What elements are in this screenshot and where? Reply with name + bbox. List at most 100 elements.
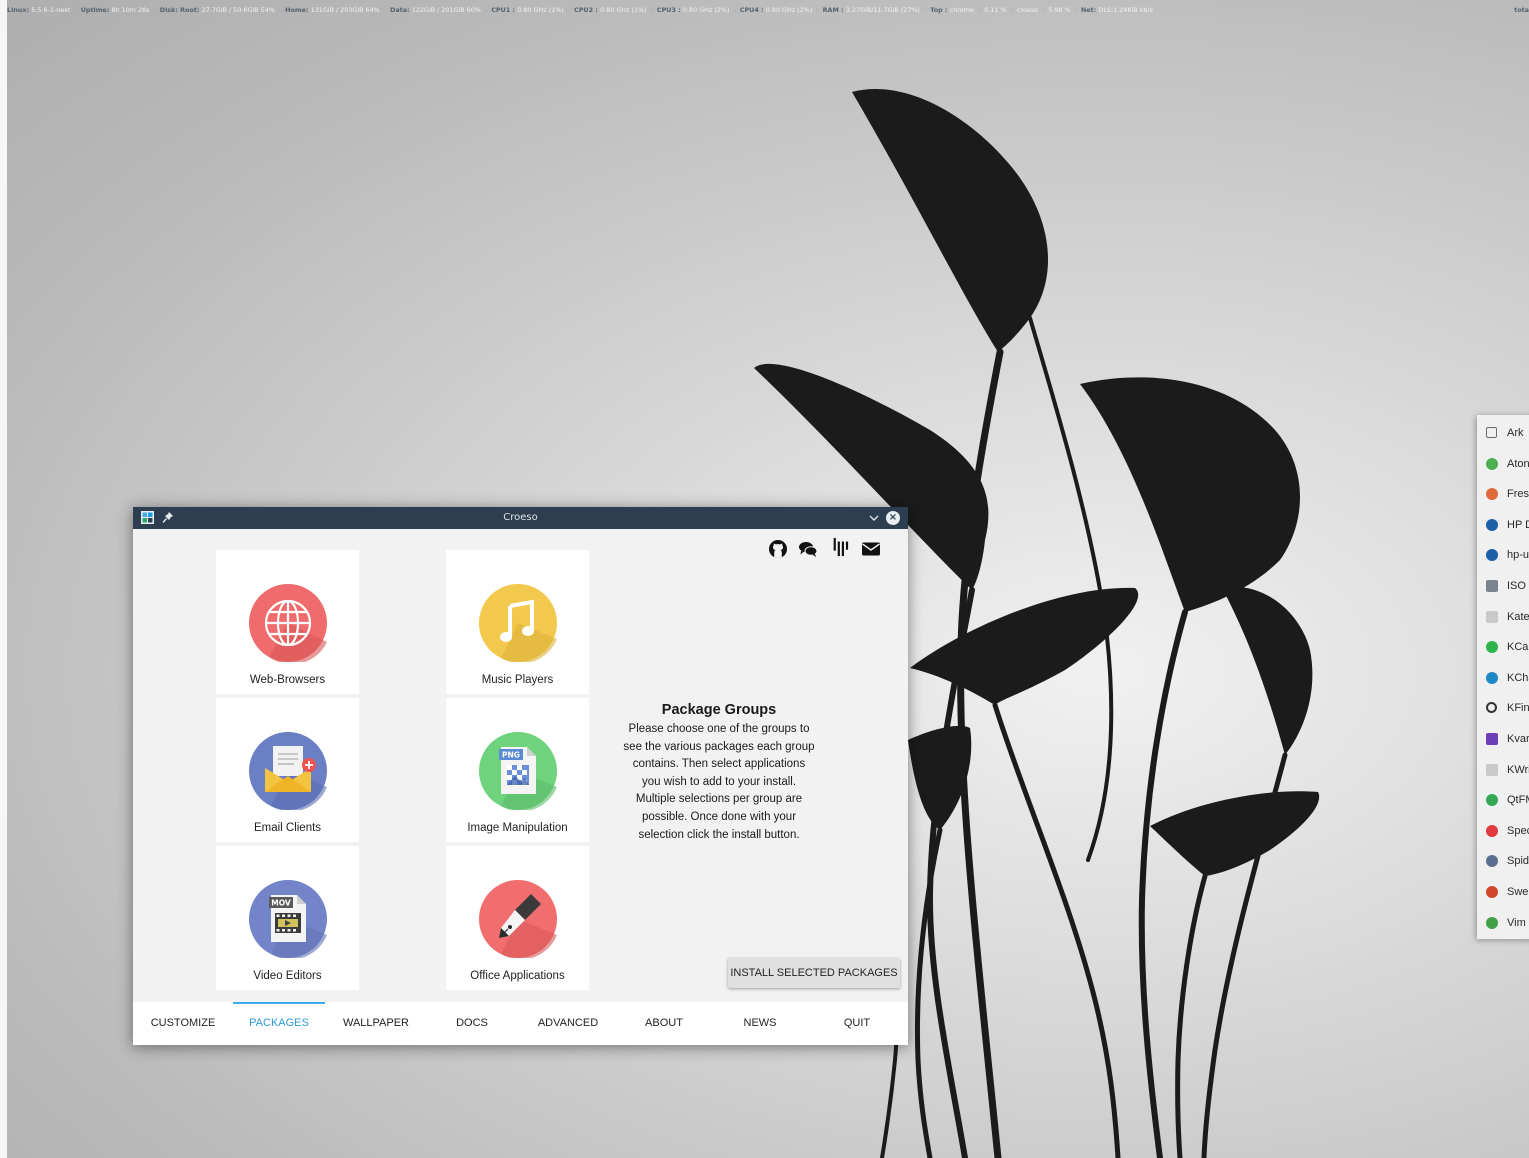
tab-docs[interactable]: DOCS — [424, 1002, 520, 1045]
window-titlebar[interactable]: Croeso × — [133, 507, 908, 529]
menu-item-label: HP D — [1507, 518, 1529, 531]
menu-item-label: Fres — [1507, 488, 1529, 501]
github-icon[interactable] — [768, 539, 788, 559]
gitter-icon[interactable] — [830, 537, 850, 557]
menu-item-kfin[interactable]: KFin — [1477, 693, 1529, 723]
window-title: Croeso — [503, 512, 538, 523]
menu-item-spid[interactable]: Spid — [1477, 846, 1529, 876]
install-selected-packages-button[interactable]: INSTALL SELECTED PACKAGES — [728, 958, 900, 988]
menu-item-kate[interactable]: Kate — [1477, 602, 1529, 632]
conky-value: 3.27GiB/11.7GiB (27%) — [845, 6, 920, 14]
info-line: Please choose one of the groups to — [628, 723, 810, 735]
info-line: Multiple selections per group are — [635, 793, 803, 806]
hp-icon — [1486, 549, 1498, 562]
tab-advanced[interactable]: ADVANCED — [520, 1002, 616, 1045]
menu-item-label: Spid — [1507, 855, 1529, 868]
menu-item-iso-v[interactable]: ISO V — [1477, 571, 1529, 601]
conky-separator: :: — [976, 6, 982, 14]
tile-web-browsers[interactable]: Web-Browsers — [216, 550, 359, 694]
atom-icon — [1486, 457, 1498, 470]
conky-key: Top : — [930, 6, 950, 14]
conky-value: 0.80 GHz (1%) — [517, 6, 564, 14]
png-image-icon: PNG — [479, 732, 557, 810]
iso-writer-icon — [1486, 580, 1498, 592]
chat-icon[interactable] — [798, 539, 818, 559]
menu-item-label: KFin — [1507, 702, 1529, 715]
package-groups-info: Package Groups Please choose one of the … — [609, 702, 829, 844]
info-line: contains. Then select applications — [632, 758, 806, 771]
conky-value: 122GiB / 201GiB 60% — [411, 6, 481, 14]
croeso-window: Croeso × Web-Browsers Music Players Emai… — [133, 507, 908, 1045]
fountain-pen-icon — [479, 880, 557, 958]
tab-about[interactable]: ABOUT — [616, 1002, 712, 1045]
menu-item-aton[interactable]: Aton — [1477, 449, 1529, 479]
conky-value: 0.80 GHz (2%) — [765, 6, 813, 14]
menu-item-ark[interactable]: Ark — [1477, 418, 1529, 448]
application-menu: Ark Aton Fres HP D hp-u ISO V Kate KCal KCha KFin… — [1477, 415, 1529, 939]
menu-item-label: Kate — [1507, 610, 1529, 623]
envelope-icon — [249, 732, 327, 810]
menu-item-fres[interactable]: Fres — [1477, 479, 1529, 509]
conky-status-bar: Linux: 5.5.6-1-next:: Uptime: 8h 10m 28s:… — [7, 0, 1529, 20]
menu-item-kvar[interactable]: Kvar — [1477, 724, 1529, 754]
menu-item-label: QtFM — [1507, 794, 1529, 807]
conky-value: 0.80 GHz (1%) — [600, 6, 647, 14]
info-body: Please choose one of the groups to see t… — [609, 721, 829, 844]
mail-icon[interactable] — [861, 539, 881, 559]
hp-icon — [1486, 518, 1498, 531]
tile-video-editors[interactable]: MOV Video Editors — [216, 846, 359, 990]
spyder-icon — [1486, 855, 1498, 868]
tab-packages[interactable]: PACKAGES — [231, 1002, 327, 1045]
tab-wallpaper[interactable]: WALLPAPER — [328, 1002, 424, 1045]
conky-key: RAM : — [822, 6, 846, 14]
menu-item-label: Spec — [1507, 824, 1529, 837]
conky-separator: :: — [152, 6, 157, 14]
freshmaker-icon — [1486, 488, 1498, 501]
menu-item-swe[interactable]: Swe — [1477, 877, 1529, 907]
conky-separator: :: — [382, 6, 388, 14]
tile-label: Web-Browsers — [249, 674, 326, 686]
mov-video-icon: MOV — [249, 880, 327, 958]
menu-item-label: Aton — [1507, 457, 1529, 470]
tile-label: Music Players — [481, 674, 554, 686]
conky-separator: :: — [815, 6, 820, 14]
menu-item-hp-d[interactable]: HP D — [1477, 510, 1529, 540]
menu-item-label: hp-u — [1507, 549, 1529, 562]
conky-separator: :: — [1040, 6, 1046, 14]
tab-customize[interactable]: CUSTOMIZE — [135, 1002, 231, 1045]
menu-item-label: Ark — [1507, 427, 1524, 439]
close-button[interactable]: × — [886, 511, 900, 525]
menu-item-kcal[interactable]: KCal — [1477, 632, 1529, 662]
conky-value: croeso — [1016, 6, 1038, 14]
bottom-tab-bar: CUSTOMIZE PACKAGES WALLPAPER DOCS ADVANC… — [133, 1002, 908, 1045]
info-line: see the various packages each group — [623, 740, 815, 753]
close-icon: × — [888, 512, 898, 523]
menu-item-kwri[interactable]: KWri — [1477, 755, 1529, 785]
tile-music-players[interactable]: Music Players — [446, 550, 589, 694]
conky-value: 131GiB / 203GiB 64% — [310, 6, 380, 14]
menu-item-qtfm[interactable]: QtFM — [1477, 785, 1529, 815]
conky-key: Data: — [390, 6, 412, 14]
tile-image-manipulation[interactable]: PNG Image Manipulation — [446, 698, 589, 842]
kcharselect-icon — [1486, 671, 1498, 684]
tile-email-clients[interactable]: Email Clients — [216, 698, 359, 842]
conky-value: chrome — [949, 6, 974, 14]
conky-key: Uptime: — [80, 6, 112, 14]
kcalc-icon — [1486, 641, 1498, 654]
tile-office-applications[interactable]: Office Applications — [446, 846, 589, 990]
menu-item-label: Swe — [1507, 886, 1529, 898]
music-note-icon — [479, 584, 557, 662]
tab-news[interactable]: NEWS — [712, 1002, 808, 1045]
menu-item-kcha[interactable]: KCha — [1477, 663, 1529, 693]
tile-label: Email Clients — [253, 822, 322, 834]
menu-item-spec[interactable]: Spec — [1477, 816, 1529, 846]
conky-key: CPU4 : — [739, 6, 766, 14]
kate-icon — [1486, 610, 1498, 623]
conky-value: 0.80 GHz (2%) — [682, 6, 730, 14]
kvantum-icon — [1486, 733, 1498, 745]
tab-quit[interactable]: QUIT — [809, 1002, 905, 1045]
menu-item-vim[interactable]: Vim — [1477, 908, 1529, 938]
minimize-chevron-icon[interactable] — [868, 512, 880, 524]
conky-separator: :: — [483, 6, 489, 14]
menu-item-hp-u[interactable]: hp-u — [1477, 540, 1529, 570]
